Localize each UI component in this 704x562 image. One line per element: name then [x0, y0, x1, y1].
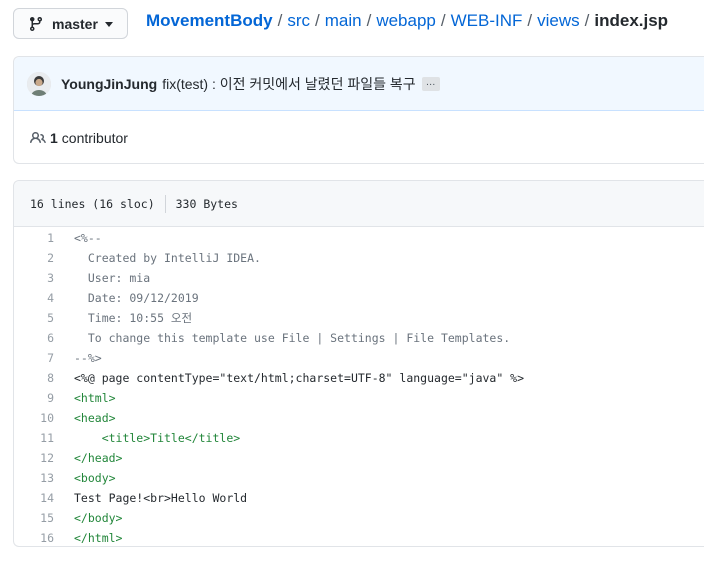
git-branch-icon [28, 16, 44, 32]
code-text: </html> [74, 531, 123, 545]
code-text: <title>Title</title> [74, 431, 241, 445]
code-text: To change this template use File | Setti… [74, 331, 511, 345]
code-line: 7 --%> [14, 348, 704, 368]
breadcrumb-separator: / [277, 11, 283, 30]
file-viewer: 16 lines (16 sloc) 330 Bytes 1 <%-- 2 Cre… [13, 180, 704, 547]
line-number[interactable]: 5 [14, 308, 74, 328]
line-number[interactable]: 10 [14, 408, 74, 428]
line-number[interactable]: 16 [14, 528, 74, 548]
code-text: Test Page!<br>Hello World [74, 491, 248, 505]
code-line: 1 <%-- [14, 228, 704, 248]
latest-commit-box: YoungJinJung fix(test) : 이전 커밋에서 날렸던 파일들… [13, 56, 704, 164]
code-text: Time: 10:55 오전 [74, 311, 193, 325]
code-line: 11 <title>Title</title> [14, 428, 704, 448]
code-blob: 1 <%-- 2 Created by IntelliJ IDEA. 3 User… [14, 227, 704, 548]
code-text: <body> [74, 471, 116, 485]
code-text: </head> [74, 451, 123, 465]
line-number[interactable]: 14 [14, 488, 74, 508]
breadcrumb-link-main[interactable]: main [325, 11, 362, 30]
code-text: <head> [74, 411, 116, 425]
expand-commit-button[interactable]: … [421, 76, 440, 91]
code-line: 12 </head> [14, 448, 704, 468]
code-line: 9 <html> [14, 388, 704, 408]
code-line: 8 <%@ page contentType="text/html;charset… [14, 368, 704, 388]
line-number[interactable]: 13 [14, 468, 74, 488]
contributor-label: contributor [61, 130, 128, 146]
branch-name: master [52, 15, 98, 32]
code-line: 5 Time: 10:55 오전 [14, 308, 704, 328]
author-avatar[interactable] [27, 71, 51, 96]
commit-message[interactable]: fix(test) : 이전 커밋에서 날렸던 파일들 복구 [162, 74, 415, 94]
code-text: --%> [74, 351, 102, 365]
code-line: 4 Date: 09/12/2019 [14, 288, 704, 308]
breadcrumb-separator: / [527, 11, 533, 30]
contributor-count: 1 [50, 130, 58, 146]
commit-author-link[interactable]: YoungJinJung [61, 76, 157, 92]
breadcrumb-separator: / [440, 11, 446, 30]
code-text: <%@ page contentType="text/html;charset=… [74, 371, 525, 385]
code-line: 6 To change this template use File | Set… [14, 328, 704, 348]
line-number[interactable]: 6 [14, 328, 74, 348]
line-number[interactable]: 7 [14, 348, 74, 368]
code-text: <html> [74, 391, 116, 405]
code-text: User: mia [74, 271, 151, 285]
line-number[interactable]: 15 [14, 508, 74, 528]
code-line: 15 </body> [14, 508, 704, 528]
contributors-row[interactable]: 1 contributor [14, 111, 704, 165]
code-text: Created by IntelliJ IDEA. [74, 251, 261, 265]
file-size: 330 Bytes [175, 196, 238, 211]
line-number[interactable]: 8 [14, 368, 74, 388]
breadcrumb-separator: / [366, 11, 372, 30]
code-text: Date: 09/12/2019 [74, 291, 199, 305]
line-number[interactable]: 12 [14, 448, 74, 468]
breadcrumb-link-src[interactable]: src [287, 11, 310, 30]
code-line: 16 </html> [14, 528, 704, 548]
caret-down-icon [104, 22, 113, 27]
file-line-count: 16 lines (16 sloc) [30, 196, 155, 211]
line-number[interactable]: 3 [14, 268, 74, 288]
line-number[interactable]: 4 [14, 288, 74, 308]
breadcrumb-current-file: index.jsp [594, 11, 669, 30]
breadcrumb-link-webapp[interactable]: webapp [376, 11, 436, 30]
breadcrumb-repo-link[interactable]: MovementBody [146, 11, 273, 30]
code-line: 3 User: mia [14, 268, 704, 288]
commit-header: YoungJinJung fix(test) : 이전 커밋에서 날렸던 파일들… [14, 57, 704, 111]
code-line: 14 Test Page!<br>Hello World [14, 488, 704, 508]
code-text: </body> [74, 511, 123, 525]
file-info-header: 16 lines (16 sloc) 330 Bytes [14, 181, 704, 227]
people-icon [30, 130, 46, 146]
code-line: 2 Created by IntelliJ IDEA. [14, 248, 704, 268]
breadcrumb-separator: / [314, 11, 320, 30]
line-number[interactable]: 9 [14, 388, 74, 408]
line-number[interactable]: 1 [14, 228, 74, 248]
line-number[interactable]: 2 [14, 248, 74, 268]
header-divider [164, 194, 166, 213]
breadcrumb-link-views[interactable]: views [537, 11, 580, 30]
line-number[interactable]: 11 [14, 428, 74, 448]
code-text: <%-- [74, 231, 102, 245]
branch-select-button[interactable]: master [13, 8, 128, 39]
breadcrumb: MovementBody / src / main / webapp / WEB-INF / vie… [146, 11, 668, 31]
breadcrumb-separator: / [584, 11, 590, 30]
code-line: 10 <head> [14, 408, 704, 428]
code-line: 13 <body> [14, 468, 704, 488]
breadcrumb-link-web-inf[interactable]: WEB-INF [451, 11, 523, 30]
